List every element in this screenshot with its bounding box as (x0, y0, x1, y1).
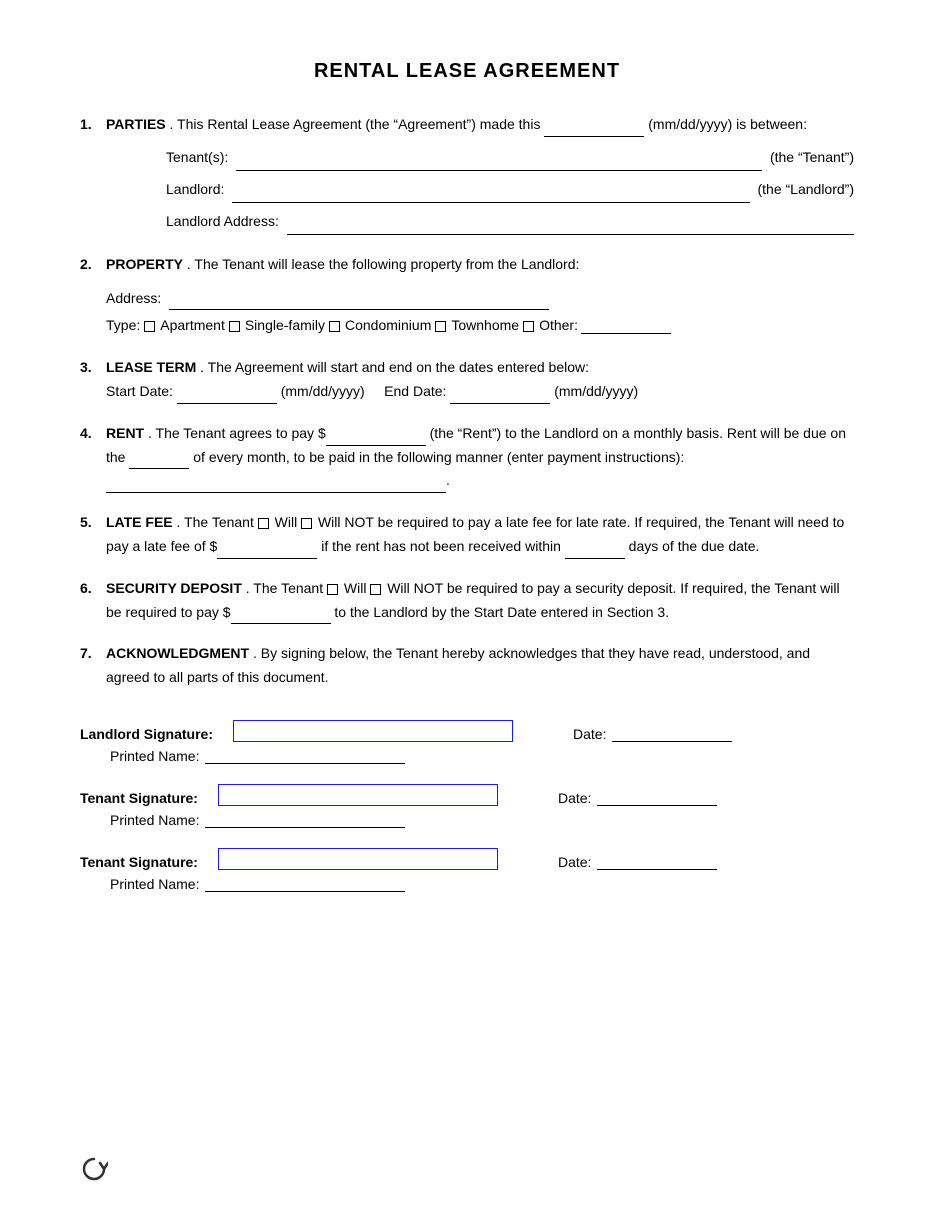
tenant1-printed-field[interactable] (205, 812, 405, 828)
landlord-address-label: Landlord Address: (166, 207, 279, 235)
tenant2-sig-row: Tenant Signature: Date: Printed Name: (80, 848, 854, 892)
late-fee-will-checkbox[interactable] (258, 518, 269, 529)
section-heading-4: RENT (106, 425, 144, 441)
townhome-label: Townhome (451, 314, 519, 338)
signatures-section: Landlord Signature: Date: Printed Name: … (80, 720, 854, 892)
type-condominium: Condominium (329, 314, 431, 338)
section-text-1: . This Rental Lease Agreement (the “Agre… (170, 116, 807, 132)
tenant2-printed-field[interactable] (205, 876, 405, 892)
section-heading-7: ACKNOWLEDGMENT (106, 645, 249, 661)
deposit-will-checkbox[interactable] (327, 584, 338, 595)
section-heading-5: LATE FEE (106, 514, 173, 530)
start-date-field[interactable] (177, 388, 277, 404)
deposit-amount-field[interactable] (231, 608, 331, 624)
tenant1-date-label: Date: (558, 790, 591, 806)
landlord-field[interactable] (232, 187, 749, 203)
section-heading-3: LEASE TERM (106, 359, 196, 375)
townhome-checkbox[interactable] (435, 321, 446, 332)
payment-instructions-field[interactable] (106, 477, 446, 493)
landlord-sig-row: Landlord Signature: Date: Printed Name: (80, 720, 854, 764)
section-number-5: 5. (80, 511, 100, 535)
section-acknowledgment: 7. ACKNOWLEDGMENT . By signing below, th… (80, 642, 854, 690)
landlord-sig-label: Landlord Signature: (80, 726, 213, 742)
type-label: Type: (106, 314, 140, 338)
rent-due-day-field[interactable] (129, 453, 189, 469)
footer-logo (80, 1155, 108, 1189)
tenant1-sig-field[interactable] (218, 784, 498, 806)
landlord-date-label: Date: (573, 726, 606, 742)
end-date-field[interactable] (450, 388, 550, 404)
single-family-label: Single-family (245, 314, 325, 338)
section-late-fee: 5. LATE FEE . The Tenant Will Will NOT b… (80, 511, 854, 559)
tenant2-printed-label: Printed Name: (110, 876, 199, 892)
tenants-label: Tenant(s): (166, 143, 228, 171)
section-text-4: . The Tenant agrees to pay $ (the “Rent”… (106, 425, 846, 489)
section-number-6: 6. (80, 577, 100, 601)
tenant1-printed-label: Printed Name: (110, 812, 199, 828)
condominium-checkbox[interactable] (329, 321, 340, 332)
apartment-label: Apartment (160, 314, 225, 338)
type-other: Other: (523, 314, 671, 338)
landlord-date-field[interactable] (612, 726, 732, 742)
landlord-suffix: (the “Landlord”) (758, 175, 855, 203)
section-number-2: 2. (80, 253, 100, 277)
section-heading-6: SECURITY DEPOSIT (106, 580, 242, 596)
landlord-address-field[interactable] (287, 219, 854, 235)
other-checkbox[interactable] (523, 321, 534, 332)
tenant2-date-label: Date: (558, 854, 591, 870)
document-title: RENTAL LEASE AGREEMENT (80, 60, 854, 83)
section-number-3: 3. (80, 356, 100, 380)
section-number-7: 7. (80, 642, 100, 666)
section-property: 2. PROPERTY . The Tenant will lease the … (80, 253, 854, 338)
address-label: Address: (106, 287, 161, 311)
apartment-checkbox[interactable] (144, 321, 155, 332)
condominium-label: Condominium (345, 314, 431, 338)
late-fee-will-not-checkbox[interactable] (301, 518, 312, 529)
landlord-printed-field[interactable] (205, 748, 405, 764)
section-heading-1: PARTIES (106, 116, 166, 132)
late-fee-amount-field[interactable] (217, 543, 317, 559)
section-text-3: . The Agreement will start and end on th… (200, 359, 589, 375)
start-date-label: Start Date: (106, 383, 173, 399)
section-lease-term: 3. LEASE TERM . The Agreement will start… (80, 356, 854, 404)
single-family-checkbox[interactable] (229, 321, 240, 332)
type-townhome: Townhome (435, 314, 519, 338)
tenants-suffix: (the “Tenant”) (770, 143, 854, 171)
section-rent: 4. RENT . The Tenant agrees to pay $ (th… (80, 422, 854, 493)
section-text-5: . The Tenant Will Will NOT be required t… (106, 514, 844, 554)
section-parties: 1. PARTIES . This Rental Lease Agreement… (80, 113, 854, 235)
landlord-sig-field[interactable] (233, 720, 513, 742)
section-number-4: 4. (80, 422, 100, 446)
landlord-label: Landlord: (166, 175, 224, 203)
section-heading-2: PROPERTY (106, 256, 183, 272)
type-single-family: Single-family (229, 314, 325, 338)
start-date-format: (mm/dd/yyyy) (281, 383, 381, 399)
type-apartment: Apartment (144, 314, 225, 338)
end-date-format: (mm/dd/yyyy) (554, 383, 638, 399)
landlord-printed-label: Printed Name: (110, 748, 199, 764)
end-date-label: End Date: (384, 383, 446, 399)
property-address-field[interactable] (169, 294, 549, 310)
tenant2-date-field[interactable] (597, 854, 717, 870)
tenant2-sig-field[interactable] (218, 848, 498, 870)
other-label: Other: (539, 314, 578, 338)
tenant1-sig-row: Tenant Signature: Date: Printed Name: (80, 784, 854, 828)
deposit-will-not-checkbox[interactable] (370, 584, 381, 595)
section-text-2: . The Tenant will lease the following pr… (187, 256, 580, 272)
late-fee-days-field[interactable] (565, 543, 625, 559)
tenants-field[interactable] (236, 155, 762, 171)
other-field[interactable] (581, 318, 671, 334)
tenant1-sig-label: Tenant Signature: (80, 790, 198, 806)
tenant2-sig-label: Tenant Signature: (80, 854, 198, 870)
section-number-1: 1. (80, 113, 100, 137)
rent-amount-field[interactable] (326, 430, 426, 446)
property-type-row: Type: Apartment Single-family Condominiu… (106, 314, 854, 338)
section-security-deposit: 6. SECURITY DEPOSIT . The Tenant Will Wi… (80, 577, 854, 625)
tenant1-date-field[interactable] (597, 790, 717, 806)
